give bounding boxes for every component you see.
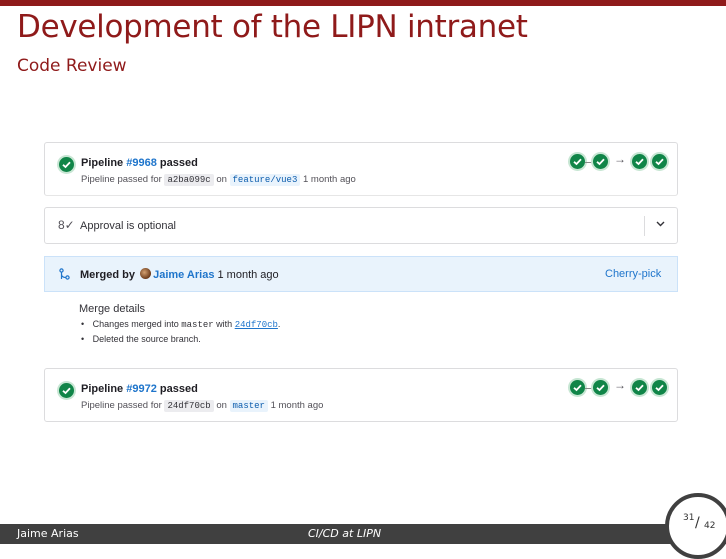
approval-widget: 8✓ Approval is optional bbox=[44, 207, 678, 244]
downstream-arrow-icon: → bbox=[614, 378, 626, 392]
pipeline-id-link[interactable]: #9972 bbox=[126, 383, 157, 395]
pipeline-title: Pipeline #9972 passed bbox=[81, 383, 198, 395]
slide-title: Development of the LIPN intranet bbox=[17, 9, 528, 45]
footer-author: Jaime Arias bbox=[17, 527, 79, 540]
merge-commit-link[interactable]: 24df70cb bbox=[235, 320, 278, 330]
pipeline-widget: Pipeline #9972 passed Pipeline passed fo… bbox=[44, 368, 678, 422]
pipeline-status-passed-icon[interactable] bbox=[59, 383, 74, 398]
merge-detail-text: Changes merged into bbox=[92, 319, 179, 329]
merge-detail-text: with bbox=[216, 319, 233, 329]
merge-details-list: Changes merged into master with 24df70cb… bbox=[79, 319, 281, 349]
pipeline-id-link[interactable]: #9968 bbox=[126, 157, 157, 169]
stage-passed-icon[interactable] bbox=[652, 154, 667, 169]
pipeline-age: 1 month ago bbox=[270, 400, 324, 411]
avatar[interactable] bbox=[140, 268, 152, 279]
slide-footer: Jaime Arias CI/CD at LIPN bbox=[0, 524, 726, 544]
merge-detail-text: Deleted the source branch. bbox=[92, 334, 201, 344]
pipeline-status-text: passed bbox=[159, 157, 198, 169]
stage-passed-icon[interactable] bbox=[593, 154, 608, 169]
target-branch: master bbox=[181, 320, 214, 330]
pipeline-subtitle: Pipeline passed for a2ba099c on feature/… bbox=[81, 174, 356, 186]
merged-by-text: Merged by Jaime Arias 1 month ago bbox=[80, 268, 279, 281]
stage-connector bbox=[585, 388, 593, 389]
stage-passed-icon[interactable] bbox=[652, 380, 667, 395]
author-link[interactable]: Jaime Arias bbox=[153, 269, 214, 281]
pipeline-sub-prefix: Pipeline passed for bbox=[81, 174, 162, 185]
merged-by-label: Merged by bbox=[80, 269, 136, 281]
merged-age: 1 month ago bbox=[217, 269, 279, 281]
pipeline-on-text: on bbox=[216, 400, 227, 411]
stage-connector bbox=[585, 162, 593, 163]
merged-widget: Merged by Jaime Arias 1 month ago Cherry… bbox=[44, 256, 678, 356]
pipeline-stages: → bbox=[568, 152, 668, 172]
footer-title: CI/CD at LIPN bbox=[308, 527, 382, 540]
approval-user-icon: 8✓ bbox=[58, 218, 75, 232]
branch-name[interactable]: master bbox=[229, 400, 268, 412]
merge-detail-period: . bbox=[277, 319, 281, 329]
pipeline-subtitle: Pipeline passed for 24df70cb on master 1… bbox=[81, 400, 324, 412]
stage-passed-icon[interactable] bbox=[570, 380, 585, 395]
list-item: Changes merged into master with 24df70cb… bbox=[79, 319, 281, 334]
stage-passed-icon[interactable] bbox=[570, 154, 585, 169]
top-accent-bar bbox=[0, 0, 726, 6]
commit-sha[interactable]: 24df70cb bbox=[164, 400, 214, 412]
pipeline-label: Pipeline bbox=[81, 383, 124, 395]
pipeline-title: Pipeline #9968 passed bbox=[81, 157, 198, 169]
commit-sha[interactable]: a2ba099c bbox=[164, 174, 214, 186]
divider bbox=[644, 216, 645, 236]
stage-passed-icon[interactable] bbox=[593, 380, 608, 395]
pipeline-stages: → bbox=[568, 378, 668, 398]
merged-header: Merged by Jaime Arias 1 month ago Cherry… bbox=[44, 256, 678, 292]
page-slash: / bbox=[695, 515, 700, 531]
pipeline-label: Pipeline bbox=[81, 157, 124, 169]
pipeline-widget: Pipeline #9968 passed Pipeline passed fo… bbox=[44, 142, 678, 196]
pipeline-status-text: passed bbox=[159, 383, 198, 395]
stage-passed-icon[interactable] bbox=[632, 154, 647, 169]
stage-passed-icon[interactable] bbox=[632, 380, 647, 395]
merge-details-title: Merge details bbox=[79, 303, 146, 315]
pipeline-sub-prefix: Pipeline passed for bbox=[81, 400, 162, 411]
pipeline-status-passed-icon[interactable] bbox=[59, 157, 74, 172]
merge-icon bbox=[59, 268, 70, 283]
branch-name[interactable]: feature/vue3 bbox=[229, 174, 301, 186]
slide-subtitle: Code Review bbox=[17, 56, 127, 76]
approval-text: Approval is optional bbox=[80, 220, 177, 232]
chevron-down-icon[interactable] bbox=[655, 218, 666, 232]
cherry-pick-button[interactable]: Cherry-pick bbox=[605, 268, 661, 280]
pipeline-age: 1 month ago bbox=[302, 174, 356, 185]
page-number: 31 bbox=[683, 513, 695, 523]
list-item: Deleted the source branch. bbox=[79, 334, 280, 349]
downstream-arrow-icon: → bbox=[614, 152, 626, 166]
pipeline-on-text: on bbox=[216, 174, 227, 185]
page-total: 42 bbox=[704, 521, 716, 531]
